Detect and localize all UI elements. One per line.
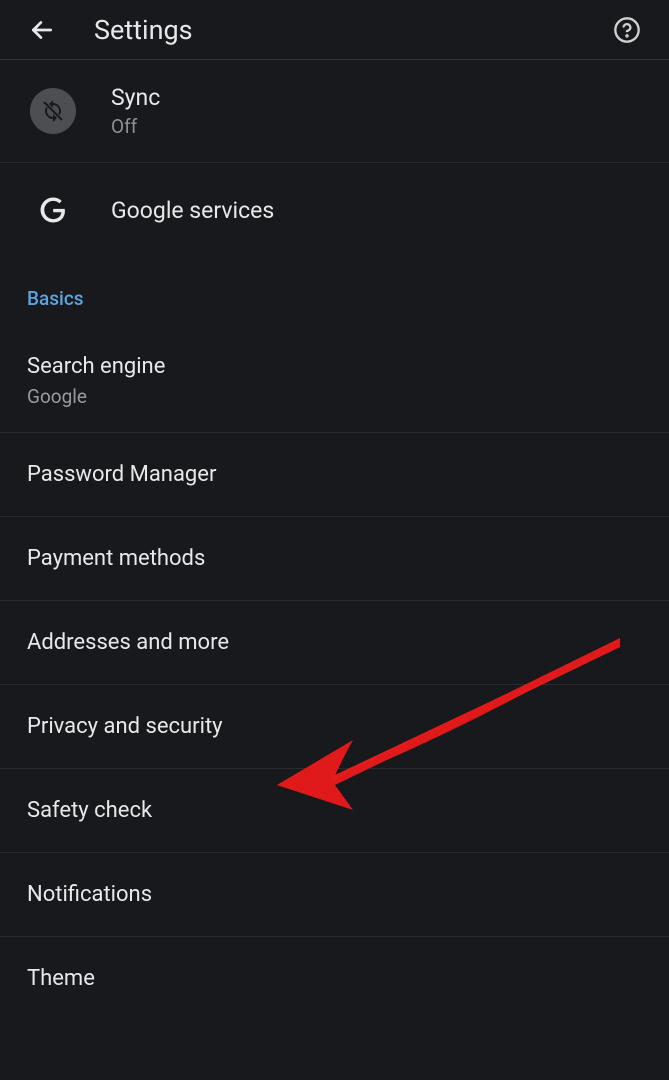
sync-text: Sync Off	[111, 84, 160, 138]
sync-item[interactable]: Sync Off	[0, 60, 669, 163]
google-icon-container	[30, 187, 76, 233]
help-icon	[613, 16, 641, 44]
search-engine-sub: Google	[27, 385, 642, 408]
header-bar: Settings	[0, 0, 669, 60]
notifications-title: Notifications	[27, 882, 642, 907]
password-manager-item[interactable]: Password Manager	[0, 433, 669, 517]
back-button[interactable]	[20, 8, 64, 52]
sync-title: Sync	[111, 84, 160, 111]
payment-methods-title: Payment methods	[27, 546, 642, 571]
sync-status: Off	[111, 115, 160, 138]
search-engine-item[interactable]: Search engine Google	[0, 330, 669, 433]
theme-title: Theme	[27, 966, 642, 991]
payment-methods-item[interactable]: Payment methods	[0, 517, 669, 601]
addresses-title: Addresses and more	[27, 630, 642, 655]
basics-list: Search engine Google Password Manager Pa…	[0, 330, 669, 1020]
basics-section-header: Basics	[0, 257, 669, 330]
privacy-security-title: Privacy and security	[27, 714, 642, 739]
google-icon	[38, 195, 68, 225]
sync-icon-container	[30, 88, 76, 134]
safety-check-item[interactable]: Safety check	[0, 769, 669, 853]
notifications-item[interactable]: Notifications	[0, 853, 669, 937]
google-services-text: Google services	[111, 197, 274, 224]
back-arrow-icon	[29, 17, 55, 43]
addresses-item[interactable]: Addresses and more	[0, 601, 669, 685]
google-services-item[interactable]: Google services	[0, 163, 669, 257]
google-services-title: Google services	[111, 197, 274, 224]
search-engine-title: Search engine	[27, 354, 642, 379]
password-manager-title: Password Manager	[27, 462, 642, 487]
theme-item[interactable]: Theme	[0, 937, 669, 1020]
page-title: Settings	[94, 14, 605, 46]
sync-off-icon	[41, 99, 65, 123]
help-button[interactable]	[605, 8, 649, 52]
safety-check-title: Safety check	[27, 798, 642, 823]
privacy-security-item[interactable]: Privacy and security	[0, 685, 669, 769]
